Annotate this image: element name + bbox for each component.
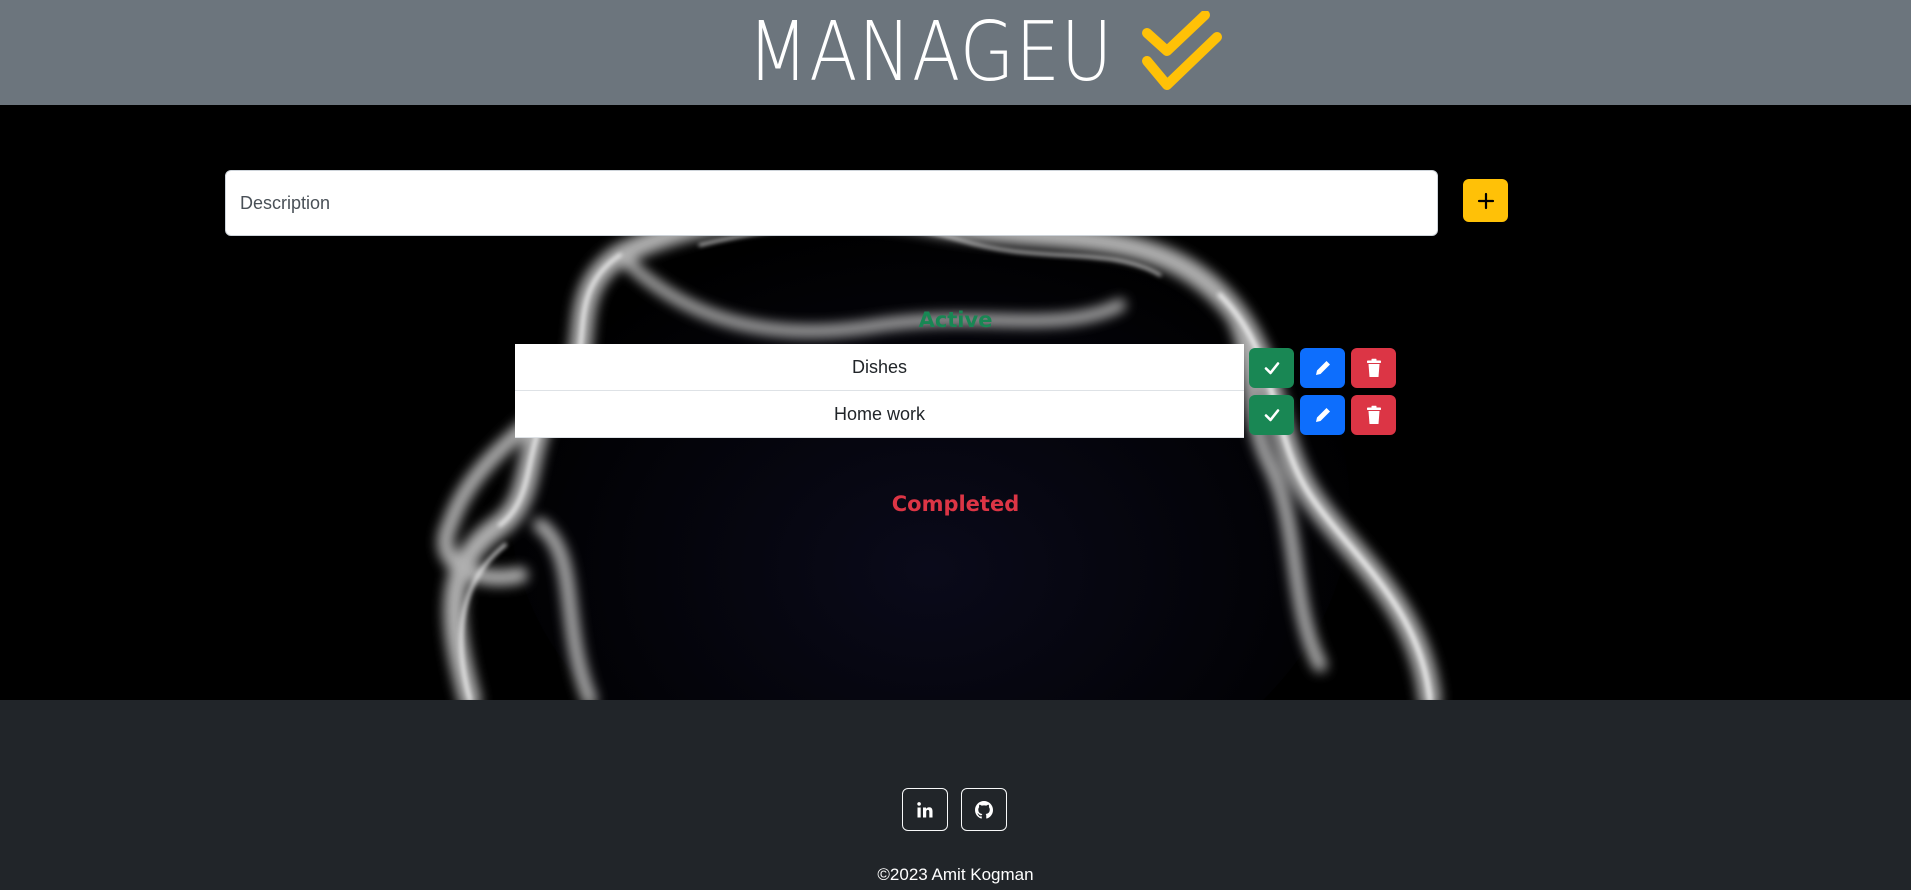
trash-icon: [1366, 405, 1381, 424]
brand[interactable]: MANAGEU: [688, 4, 1223, 100]
github-icon: [975, 800, 993, 819]
pencil-icon: [1315, 408, 1330, 422]
pencil-icon: [1315, 361, 1330, 375]
delete-task-button[interactable]: [1351, 395, 1396, 435]
github-button[interactable]: [961, 788, 1007, 831]
complete-task-button[interactable]: [1249, 348, 1294, 388]
task-label: Dishes: [515, 344, 1244, 391]
check-icon: [1264, 409, 1279, 422]
complete-task-button[interactable]: [1249, 395, 1294, 435]
check-icon: [1264, 362, 1279, 375]
edit-task-button[interactable]: [1300, 395, 1345, 435]
linkedin-button[interactable]: [902, 788, 948, 831]
top-header: MANAGEU: [0, 0, 1911, 105]
task-row: Dishes: [515, 344, 1396, 391]
task-row: Home work: [515, 391, 1396, 438]
footer: ©2023 Amit Kogman: [0, 700, 1911, 890]
description-input[interactable]: [225, 170, 1438, 236]
edit-task-button[interactable]: [1300, 348, 1345, 388]
main-content: Active Dishes Home work: [0, 105, 1911, 700]
add-task-button[interactable]: [1463, 179, 1508, 222]
delete-task-button[interactable]: [1351, 348, 1396, 388]
brand-title: MANAGEU: [747, 4, 1114, 100]
linkedin-icon: [917, 801, 933, 817]
plus-icon: [1477, 192, 1494, 209]
active-section-title: Active: [918, 308, 993, 332]
task-label: Home work: [515, 391, 1244, 438]
trash-icon: [1366, 358, 1381, 377]
double-check-icon: [1142, 10, 1223, 90]
copyright-text: ©2023 Amit Kogman: [877, 865, 1034, 884]
completed-section-title: Completed: [891, 492, 1020, 516]
